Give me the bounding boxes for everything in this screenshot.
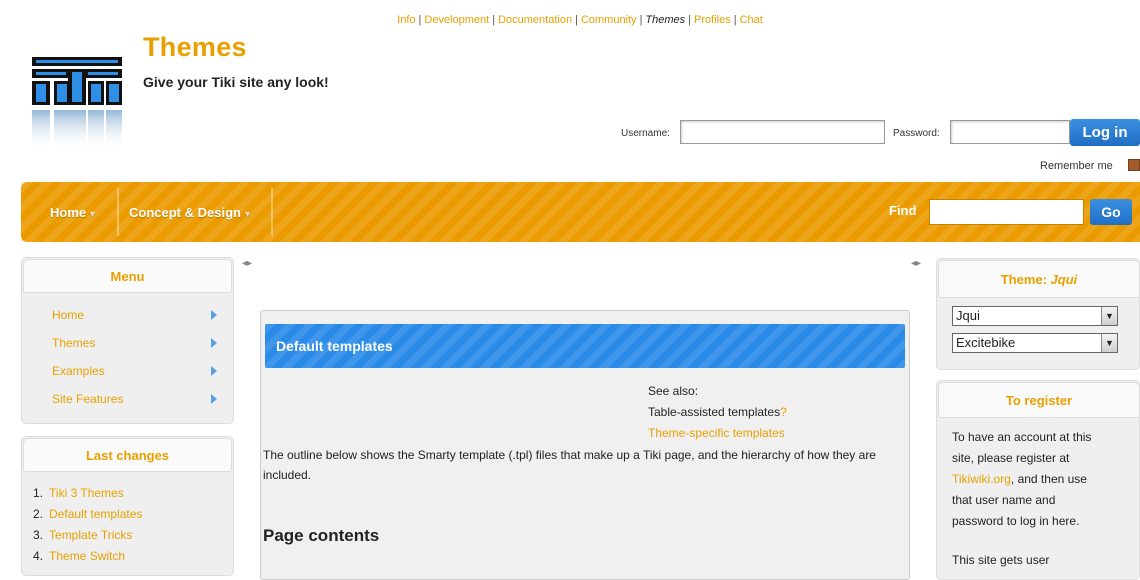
nav-divider bbox=[271, 188, 273, 236]
separator: | bbox=[575, 14, 578, 26]
theme-title-name: Jqui bbox=[1050, 272, 1078, 287]
nav-item-label: Home bbox=[50, 205, 87, 220]
collapse-right-column-icon[interactable]: ◂▸ bbox=[911, 258, 921, 269]
see-also-label: See also: bbox=[648, 384, 699, 398]
last-changes-title: Last changes bbox=[23, 438, 232, 472]
menu-item-home[interactable]: Home bbox=[52, 308, 84, 322]
register-text: password to log in here. bbox=[952, 514, 1080, 528]
toplink-info[interactable]: Info bbox=[397, 14, 415, 26]
see-also-link[interactable]: Theme-specific templates bbox=[648, 426, 785, 440]
tiki-logo[interactable] bbox=[30, 55, 125, 155]
collapse-left-column-icon[interactable]: ◂▸ bbox=[242, 258, 252, 269]
register-text: To have an account at this bbox=[952, 430, 1092, 444]
list-number: 2. bbox=[33, 507, 44, 521]
username-label: Username: bbox=[621, 128, 670, 139]
last-change-link[interactable]: Default templates bbox=[49, 507, 142, 521]
list-item: 2. Default templates bbox=[33, 507, 142, 521]
nav-item-home[interactable]: Home ▼ bbox=[50, 205, 97, 220]
remember-me-label: Remember me bbox=[1040, 160, 1113, 172]
site-slogan: Give your Tiki site any look! bbox=[143, 74, 329, 90]
arrow-right-icon bbox=[211, 338, 217, 348]
separator: | bbox=[733, 14, 737, 26]
register-text-rest: , and then use bbox=[1010, 472, 1087, 486]
page-title: Default templates bbox=[265, 324, 905, 368]
register-text: site, please register at bbox=[952, 451, 1070, 465]
arrow-right-icon bbox=[211, 310, 217, 320]
top-links: Info | Development | Documentation | Community… bbox=[0, 14, 1140, 26]
last-change-link[interactable]: Tiki 3 Themes bbox=[49, 486, 124, 500]
theme-select[interactable]: Jqui ▼ bbox=[952, 306, 1118, 326]
theme-option-value: Excitebike bbox=[956, 335, 1016, 350]
toplink-chat[interactable]: Chat bbox=[740, 14, 763, 26]
theme-title-prefix: Theme: bbox=[1000, 272, 1051, 287]
toplink-development[interactable]: Development bbox=[424, 14, 489, 26]
theme-select-value: Jqui bbox=[956, 308, 980, 323]
intro-paragraph: The outline below shows the Smarty templ… bbox=[263, 448, 876, 482]
list-item: 1. Tiki 3 Themes bbox=[33, 486, 124, 500]
menu-item-themes[interactable]: Themes bbox=[52, 336, 95, 350]
nav-item-label: Concept & Design bbox=[129, 205, 241, 220]
arrow-right-icon bbox=[211, 394, 217, 404]
register-text: that user name and bbox=[952, 493, 1056, 507]
dropdown-arrow-icon[interactable]: ▼ bbox=[1101, 307, 1117, 325]
menu-title: Menu bbox=[23, 259, 232, 293]
separator: | bbox=[492, 14, 496, 26]
chevron-down-icon: ▼ bbox=[88, 209, 98, 219]
create-page-link[interactable]: ? bbox=[780, 405, 787, 419]
remember-me-checkbox[interactable] bbox=[1128, 159, 1140, 171]
toplink-profiles[interactable]: Profiles bbox=[694, 14, 731, 26]
nav-item-concept-design[interactable]: Concept & Design ▼ bbox=[129, 205, 252, 220]
password-input[interactable] bbox=[950, 120, 1070, 144]
register-text: Tikiwiki.org, and then use bbox=[952, 469, 1132, 490]
username-input[interactable] bbox=[680, 120, 885, 144]
menu-item-examples[interactable]: Examples bbox=[52, 364, 105, 378]
list-number: 3. bbox=[33, 528, 44, 542]
chevron-down-icon: ▼ bbox=[242, 209, 252, 219]
list-number: 1. bbox=[33, 486, 44, 500]
toplink-documentation[interactable]: Documentation bbox=[498, 14, 572, 26]
find-label: Find bbox=[889, 203, 917, 218]
password-label: Password: bbox=[893, 128, 940, 139]
tikiwiki-link[interactable]: Tikiwiki.org bbox=[952, 472, 1011, 486]
register-title: To register bbox=[938, 382, 1140, 418]
theme-title: Theme: Jqui bbox=[938, 260, 1140, 298]
dropdown-arrow-icon[interactable]: ▼ bbox=[1101, 334, 1117, 352]
toplink-themes[interactable]: Themes bbox=[645, 14, 685, 26]
search-go-button[interactable]: Go bbox=[1090, 199, 1132, 225]
page-contents-heading: Page contents bbox=[263, 526, 380, 545]
arrow-right-icon bbox=[211, 366, 217, 376]
separator: | bbox=[639, 14, 643, 26]
site-title[interactable]: Themes bbox=[143, 32, 247, 63]
menu-item-site-features[interactable]: Site Features bbox=[52, 392, 123, 406]
see-also-text: Table-assisted templates bbox=[648, 405, 781, 419]
separator: | bbox=[688, 14, 692, 26]
list-item: 3. Template Tricks bbox=[33, 528, 132, 542]
last-change-link[interactable]: Template Tricks bbox=[49, 528, 132, 542]
nav-divider bbox=[117, 188, 119, 236]
login-button[interactable]: Log in bbox=[1070, 119, 1140, 146]
search-input[interactable] bbox=[929, 199, 1084, 225]
theme-option-select[interactable]: Excitebike ▼ bbox=[952, 333, 1118, 353]
toplink-community[interactable]: Community bbox=[581, 14, 637, 26]
see-also-item: Table-assisted templates? bbox=[648, 405, 787, 419]
separator: | bbox=[418, 14, 422, 26]
